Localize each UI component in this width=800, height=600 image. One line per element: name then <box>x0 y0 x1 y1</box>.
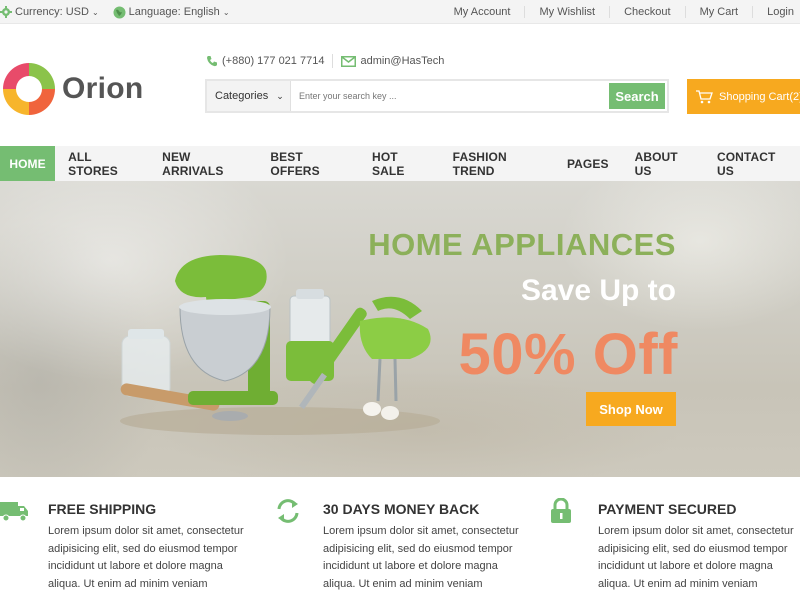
shopping-cart-button[interactable]: Shopping Cart(2) <box>687 79 800 114</box>
cart-icon <box>696 89 713 103</box>
nav-item-best-offers[interactable]: BEST OFFERS <box>257 146 359 181</box>
my-cart-link[interactable]: My Cart <box>684 6 753 18</box>
nav-item-home[interactable]: HOME <box>0 146 56 181</box>
my-wishlist-link[interactable]: My Wishlist <box>524 6 609 18</box>
mail-icon <box>341 55 357 67</box>
divider <box>332 54 334 68</box>
search-bar: Categories ⌄ Search <box>205 79 669 113</box>
nav-item-fashion-trend[interactable]: FASHION TREND <box>440 146 554 181</box>
kitchen-appliances-image <box>120 255 440 435</box>
lock-icon <box>551 498 571 523</box>
shopping-cart-label: Shopping Cart(2) <box>719 90 800 103</box>
gear-icon <box>0 6 12 18</box>
feature-title: FREE SHIPPING <box>48 501 157 517</box>
feature-description: Lorem ipsum dolor sit amet, consectetur … <box>323 525 519 590</box>
phone-number: (+880) 177 021 7714 <box>222 55 325 67</box>
features-section: FREE SHIPPING Lorem ipsum dolor sit amet… <box>0 477 800 600</box>
site-header: Orion (+880) 177 021 7714 admin@HasTech … <box>0 24 800 146</box>
nav-item-pages[interactable]: PAGES <box>554 146 622 181</box>
hero-banner: HOME APPLIANCES Save Up to 50% Off Shop … <box>0 181 800 477</box>
chevron-down-icon: ⌄ <box>91 7 99 17</box>
search-input[interactable] <box>291 81 607 111</box>
category-select[interactable]: Categories ⌄ <box>207 81 291 111</box>
hero-subheading: Save Up to <box>520 274 676 307</box>
email-contact: admin@HasTech <box>341 55 444 67</box>
contact-info: (+880) 177 021 7714 admin@HasTech <box>206 54 444 68</box>
chevron-down-icon: ⌄ <box>222 7 230 17</box>
truck-icon <box>0 502 28 522</box>
phone-contact: (+880) 177 021 7714 <box>206 55 324 67</box>
feature-description: Lorem ipsum dolor sit amet, consectetur … <box>598 525 794 590</box>
email-address: admin@HasTech <box>360 55 445 67</box>
search-button[interactable]: Search <box>609 83 665 109</box>
my-account-link[interactable]: My Account <box>440 6 525 18</box>
currency-selector[interactable]: Currency: USD ⌄ <box>0 6 99 18</box>
feature-description: Lorem ipsum dolor sit amet, consectetur … <box>48 525 244 590</box>
nav-item-about-us[interactable]: ABOUT US <box>622 146 704 181</box>
nav-item-new-arrivals[interactable]: NEW ARRIVALS <box>149 146 257 181</box>
hero-heading: HOME APPLIANCES <box>368 227 676 262</box>
nav-item-hot-sale[interactable]: HOT SALE <box>359 146 440 181</box>
top-bar: Currency: USD ⌄ Language: English ⌄ My A… <box>0 0 800 24</box>
logo-text: Orion <box>62 72 144 105</box>
language-selector[interactable]: Language: English ⌄ <box>113 6 230 19</box>
nav-item-all-stores[interactable]: ALL STORES <box>55 146 149 181</box>
nav-item-contact-us[interactable]: CONTACT US <box>704 146 800 181</box>
language-label: Language: English <box>128 6 220 18</box>
feature-title: 30 DAYS MONEY BACK <box>323 501 480 517</box>
main-nav: HOME ALL STORES NEW ARRIVALS BEST OFFERS… <box>0 146 800 181</box>
currency-label: Currency: USD <box>15 6 89 18</box>
login-link[interactable]: Login <box>752 6 800 18</box>
logo[interactable]: Orion <box>0 60 144 118</box>
account-links: My Account My Wishlist Checkout My Cart … <box>440 0 800 24</box>
checkout-link[interactable]: Checkout <box>609 6 684 18</box>
shop-now-button[interactable]: Shop Now <box>586 392 676 426</box>
phone-icon <box>207 56 217 67</box>
orion-logo-icon <box>3 63 55 115</box>
feature-title: PAYMENT SECURED <box>598 501 737 517</box>
category-select-label: Categories <box>215 90 269 102</box>
chevron-down-icon: ⌄ <box>276 90 284 101</box>
globe-icon <box>113 6 126 18</box>
hero-discount: 50% Off <box>458 322 678 387</box>
refresh-icon <box>277 499 299 523</box>
